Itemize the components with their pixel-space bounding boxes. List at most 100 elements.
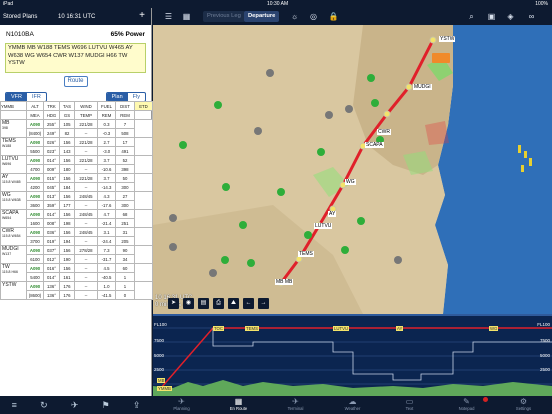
menu-icon[interactable]: ≡ — [12, 400, 17, 410]
etd-cell[interactable] — [134, 263, 153, 282]
glasses-icon[interactable]: ∞ — [526, 11, 537, 22]
share-icon[interactable]: ⇪ — [133, 400, 141, 411]
navlog-row[interactable]: WG 115.8 W638 A090 013° 156 248/45 4.3 27 — [0, 191, 153, 210]
route-label-tems[interactable]: TEMS — [298, 251, 314, 257]
previous-leg-button[interactable]: Previous Leg — [203, 11, 245, 22]
reverse-route-icon[interactable]: ↻ — [40, 400, 48, 411]
waypoint-cell[interactable]: SCAPA W654 — [0, 209, 27, 228]
layers-icon[interactable]: ◈ — [505, 11, 516, 22]
navlog-row[interactable]: YSTW A090 136° 176 -- 1.0 1 — [0, 281, 153, 300]
waypoint-cell[interactable]: CWR 115.8 W654 — [0, 227, 27, 246]
route-label-scapa[interactable]: SCAPA — [365, 142, 384, 148]
aircraft-icon[interactable]: ✈ — [71, 400, 79, 411]
col-fuel: FUEL — [97, 101, 116, 111]
altitude-cell[interactable]: A090 — [26, 281, 44, 291]
weather-tag[interactable] — [432, 53, 450, 63]
fly-option[interactable]: Fly — [128, 93, 145, 101]
vfr-option[interactable]: VFR — [6, 93, 27, 101]
lock-icon[interactable]: 🔒 — [328, 11, 339, 22]
list-icon[interactable]: ☰ — [163, 11, 174, 22]
col-etd[interactable]: ETD — [134, 101, 153, 111]
plan-option[interactable]: Plan — [106, 93, 128, 101]
previous-icon[interactable]: ← — [243, 298, 254, 309]
altitude-cell[interactable]: A090 — [26, 209, 44, 219]
waypoint-cell[interactable]: LUTVU W696 — [0, 155, 27, 174]
altitude-cell[interactable]: A090 — [26, 173, 44, 183]
flag-icon[interactable]: ⚑ — [102, 400, 110, 411]
profile-label-toc: TOC — [213, 326, 224, 331]
waypoint-cell[interactable]: AY 115.8 W465 — [0, 173, 27, 192]
map-icon[interactable]: ▦ — [181, 11, 192, 22]
emergency-icon[interactable]: ◎ — [308, 11, 319, 22]
nav-text[interactable]: ▭ Text — [388, 396, 432, 414]
aircraft-registration[interactable]: N1010BA — [6, 31, 34, 38]
power-setting[interactable]: 65% Power — [111, 31, 145, 38]
altitude-cell[interactable]: A090 — [26, 245, 44, 255]
altitude-cell[interactable]: A090 — [26, 155, 44, 165]
route-label-ay[interactable]: AY — [328, 211, 337, 217]
departure-button[interactable]: Departure — [244, 11, 280, 22]
stored-plans-button[interactable]: Stored Plans — [3, 14, 37, 20]
navlog-row[interactable]: TW 115.8 H66 A090 016° 156 -- 4.5 60 — [0, 263, 153, 282]
track-up-icon[interactable]: ➤ — [168, 298, 179, 309]
altitude-cell[interactable]: A090 — [26, 137, 44, 147]
track-cell: 037° — [43, 245, 60, 255]
nav-weather[interactable]: ☁ Weather — [331, 396, 375, 414]
route-label-mb[interactable]: MB MB — [275, 279, 294, 285]
tas-cell: 156 — [59, 137, 75, 147]
vertical-profile[interactable]: FL100 7500 5000 2500 FL100 7500 5000 250… — [153, 314, 552, 396]
route-label-wg[interactable]: WG — [345, 179, 356, 185]
layers-toggle-icon[interactable]: ▤ — [198, 298, 209, 309]
waypoint-cell[interactable]: TEMS W188 — [0, 137, 27, 156]
route-button[interactable]: Route — [63, 76, 88, 87]
map-nav-icon: ▦ — [234, 397, 243, 406]
distance-cell: 31 — [115, 227, 135, 237]
waypoint-cell[interactable]: MUDGI W137 — [0, 245, 27, 264]
etd-cell[interactable] — [134, 173, 153, 192]
route-label-lutvu[interactable]: LUTVU — [314, 223, 333, 229]
waypoint-cell[interactable]: YSTW — [0, 281, 27, 300]
navlog-row[interactable]: TEMS W188 A090 026° 156 221/28 2.7 17 — [0, 137, 153, 156]
search-icon[interactable]: ⌕ — [466, 11, 477, 22]
route-label-cwr[interactable]: CWR — [377, 129, 391, 135]
chat-icon[interactable]: ▣ — [486, 11, 497, 22]
navlog-row[interactable]: MUDGI W137 A090 037° 156 278/28 7.3 90 — [0, 245, 153, 264]
navlog-row[interactable]: MB 398 A090 255° 105 221/28 0.3 7 — [0, 119, 153, 138]
altitude-cell[interactable]: A090 — [26, 119, 44, 129]
altitude-cell[interactable]: A090 — [26, 263, 44, 273]
etd-cell[interactable] — [134, 227, 153, 246]
map-view[interactable]: YSTW MUDGI CWR SCAPA WG AY LUTVU TEMS MB… — [153, 25, 552, 314]
etd-cell[interactable] — [134, 281, 153, 300]
navlog-row[interactable]: SCAPA W654 A090 014° 156 248/45 4.7 68 — [0, 209, 153, 228]
etd-cell[interactable] — [134, 119, 153, 138]
plan-datetime[interactable]: 10 16:31 UTC — [58, 14, 95, 20]
nav-terminal[interactable]: ✈ Terminal — [274, 396, 318, 414]
etd-cell[interactable] — [134, 155, 153, 174]
etd-cell[interactable] — [134, 191, 153, 210]
brightness-icon[interactable]: ☼ — [289, 11, 300, 22]
nav-settings[interactable]: ⚙ Settings — [502, 396, 546, 414]
nav-planning[interactable]: ✈ Planning — [160, 396, 204, 414]
waypoint-cell[interactable]: WG 115.8 W638 — [0, 191, 27, 210]
waypoint-cell[interactable]: TW 115.8 H66 — [0, 263, 27, 282]
terrain-icon[interactable]: ⛰ — [228, 298, 239, 309]
route-string[interactable]: YMMB MB W188 TEMS W696 LUTVU W465 AY W63… — [5, 43, 146, 73]
navlog-row[interactable]: CWR 115.8 W654 A090 036° 156 248/45 3.1 31 — [0, 227, 153, 246]
add-plan-button[interactable]: + — [139, 10, 145, 21]
altitude-cell[interactable]: A090 — [26, 227, 44, 237]
nav-en-route[interactable]: ▦ En Route — [217, 396, 261, 414]
ifr-option[interactable]: IFR — [27, 93, 46, 101]
etd-cell[interactable] — [134, 137, 153, 156]
next-icon[interactable]: → — [258, 298, 269, 309]
compass-icon[interactable]: ◉ — [183, 298, 194, 309]
altitude-cell[interactable]: A090 — [26, 191, 44, 201]
navlog-row[interactable]: LUTVU W696 A090 014° 156 221/28 3.7 52 — [0, 155, 153, 174]
nav-notepad[interactable]: ✎ Notepad — [445, 396, 489, 414]
print-icon[interactable]: ⎙ — [213, 298, 224, 309]
route-label-mudgi[interactable]: MUDGI — [413, 84, 432, 90]
route-label-ystw[interactable]: YSTW — [439, 36, 456, 42]
etd-cell[interactable] — [134, 209, 153, 228]
waypoint-cell[interactable]: MB 398 — [0, 119, 27, 138]
navlog-row[interactable]: AY 115.8 W465 A090 015° 156 221/28 3.7 50 — [0, 173, 153, 192]
etd-cell[interactable] — [134, 245, 153, 264]
